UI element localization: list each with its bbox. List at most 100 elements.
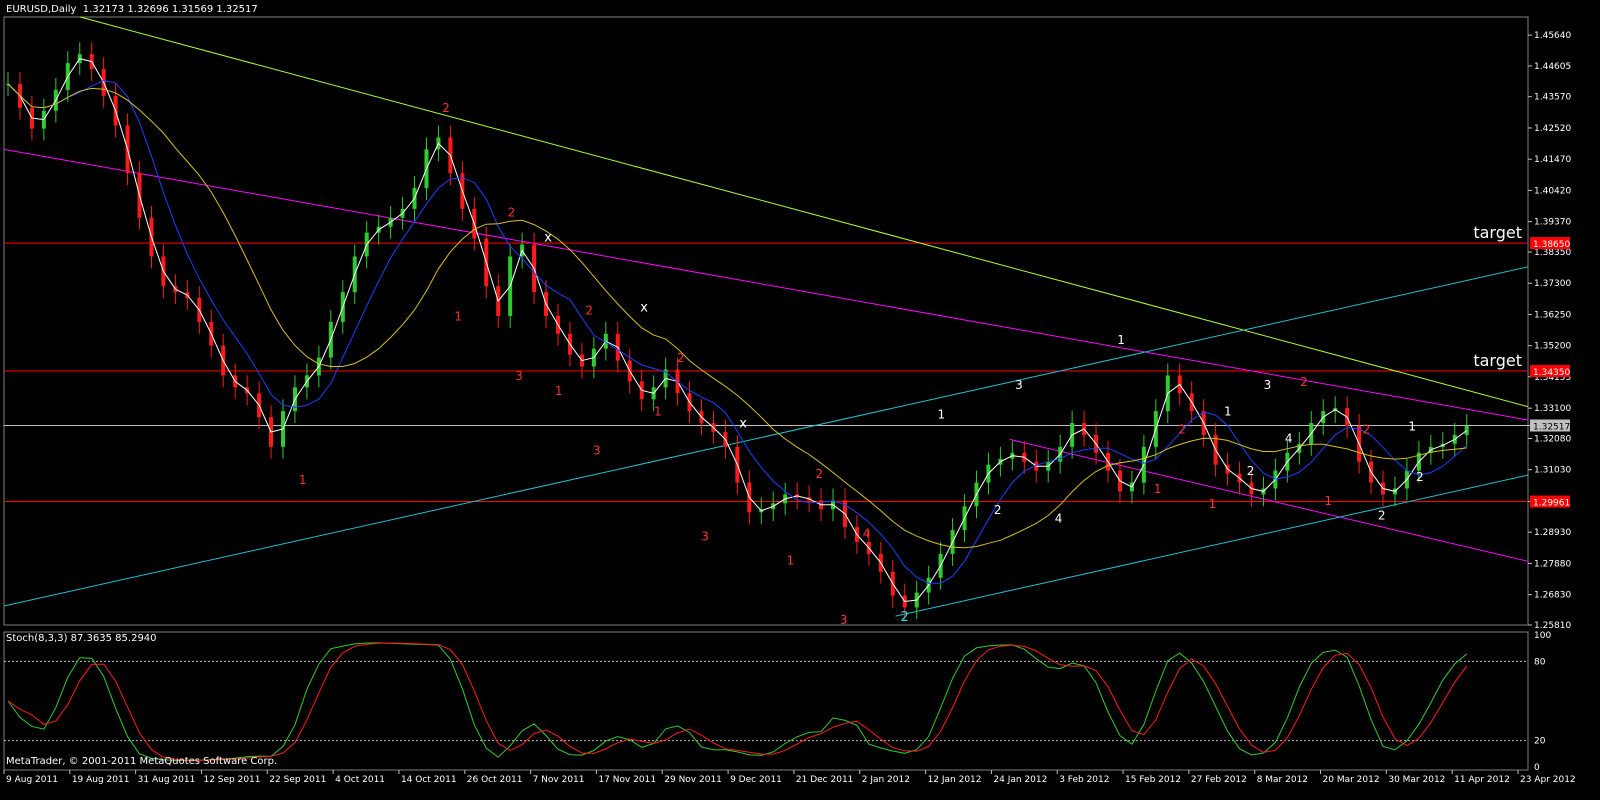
symbol-label: EURUSD,Daily [6, 4, 77, 15]
stoch-axis-label: 80 [1534, 657, 1546, 667]
time-axis-label: 27 Feb 2012 [1191, 775, 1247, 785]
chart-window: 1.45640 1.44605 1.43570 1.42520 1.41470 1.404… [0, 0, 1600, 800]
wave-label: x [544, 231, 552, 246]
time-axis-label: 4 Oct 2011 [335, 775, 385, 785]
wave-label: 2 [1416, 470, 1424, 484]
wave-label: 1 [1408, 419, 1416, 433]
stoch-axis-label: 100 [1534, 631, 1551, 641]
price-axis-label: 1.26830 [1534, 591, 1571, 601]
price-axis-label: 1.36250 [1534, 310, 1571, 320]
wave-label: 4 [863, 527, 871, 541]
stoch-d-line [7, 642, 1468, 761]
price-axis-label: 1.37300 [1534, 279, 1571, 289]
wave-label: 3 [1264, 378, 1272, 392]
time-axis-label: 9 Dec 2011 [730, 775, 782, 785]
time-axis-label: 30 Mar 2012 [1388, 775, 1445, 785]
candle-body [1464, 426, 1469, 435]
time-axis-label: 21 Dec 2011 [796, 775, 854, 785]
price-axis-label: 1.25810 [1534, 621, 1571, 631]
wave-label: 1 [1117, 333, 1125, 347]
wave-label: 2 [585, 303, 593, 317]
ohlc-values: 1.32173 1.32696 1.31569 1.32517 [82, 4, 258, 15]
stoch-axis-label: 20 [1534, 737, 1546, 747]
price-axis-label: 1.31030 [1534, 466, 1571, 476]
time-axis-label: 2 Jan 2012 [862, 775, 910, 785]
time-axis-label: 22 Sep 2011 [269, 775, 326, 785]
time-axis-label: 14 Oct 2011 [401, 775, 457, 785]
wave-label: 4 [1285, 431, 1293, 445]
time-axis-label: 15 Feb 2012 [1125, 775, 1181, 785]
price-axis-label: 1.43570 [1534, 93, 1571, 103]
price-chart[interactable]: 1.45640 1.44605 1.43570 1.42520 1.41470 1.404… [0, 0, 1600, 800]
line-price-label: 1.34350 [1533, 368, 1570, 378]
wave-label: 2 [1300, 375, 1308, 389]
wave-label: 2 [901, 610, 909, 625]
line-price-label: 1.38650 [1533, 240, 1570, 250]
ma-blue [7, 79, 1468, 584]
wave-label: x [640, 300, 648, 315]
time-axis-label: 7 Nov 2011 [533, 775, 585, 785]
line-price-label: 1.32517 [1533, 422, 1570, 432]
price-axis-label: 1.41470 [1534, 155, 1571, 165]
wave-label: 2 [677, 351, 685, 365]
wave-label: 1 [1224, 405, 1232, 419]
wave-label: 2 [1178, 422, 1186, 436]
time-axis-label: 19 Aug 2011 [72, 775, 130, 785]
time-axis-label: 12 Jan 2012 [928, 775, 982, 785]
stoch-panel-frame [3, 631, 1529, 771]
price-panel-frame [3, 16, 1529, 626]
time-axis-label: 31 Aug 2011 [138, 775, 196, 785]
time-axis-label: 23 Apr 2012 [1520, 775, 1576, 785]
wave-label: 1 [937, 408, 945, 422]
wave-label: 3 [515, 369, 523, 383]
wave-label: 3 [840, 613, 848, 627]
price-axis-label: 1.45640 [1534, 31, 1571, 41]
ma-white [7, 58, 1467, 603]
wave-label: 1 [299, 473, 307, 487]
wave-label: 1 [454, 309, 462, 323]
price-axis-label: 1.35200 [1534, 342, 1571, 352]
time-axis-label: 9 Aug 2011 [6, 775, 58, 785]
price-axis-label: 1.39370 [1534, 218, 1571, 228]
wave-label: 1 [1154, 482, 1162, 496]
stoch-k-line [7, 642, 1468, 761]
time-axis-label: 3 Feb 2012 [1059, 775, 1109, 785]
wave-label: 4 [1055, 512, 1063, 526]
time-axis-label: 20 Mar 2012 [1323, 775, 1380, 785]
price-axis-label: 1.27880 [1534, 559, 1571, 569]
time-axis-label: 17 Nov 2011 [598, 775, 656, 785]
trendline-magenta-lower [1009, 438, 1529, 562]
target-label: target [1473, 351, 1522, 370]
price-axis-label: 1.28930 [1534, 528, 1571, 538]
wave-label: 3 [1015, 378, 1023, 392]
line-price-label: 1.29961 [1533, 499, 1570, 509]
wave-label: 3 [593, 443, 601, 457]
wave-label: x [739, 416, 747, 431]
wave-label: 1 [1209, 497, 1217, 511]
time-axis-label: 8 Mar 2012 [1257, 775, 1308, 785]
indicator-label: Stoch(8,3,3) 87.3635 85.2940 [6, 633, 157, 644]
wave-label: 2 [1363, 422, 1371, 436]
time-axis-label: 29 Nov 2011 [664, 775, 722, 785]
price-axis-label: 1.44605 [1534, 62, 1571, 72]
target-label: target [1473, 223, 1522, 242]
time-axis-label: 24 Jan 2012 [993, 775, 1047, 785]
wave-label: 3 [701, 530, 709, 544]
price-axis-label: 1.32080 [1534, 434, 1571, 444]
wave-label: 2 [1378, 509, 1386, 523]
symbol-header: EURUSD,Daily 1.32173 1.32696 1.31569 1.3… [6, 4, 258, 15]
wave-label: 2 [508, 205, 516, 219]
time-axis-label: 11 Apr 2012 [1454, 775, 1510, 785]
wave-label: 2 [816, 467, 824, 481]
wave-label: 1 [787, 553, 795, 567]
wave-label: 1 [654, 405, 662, 419]
price-axis-label: 1.42520 [1534, 124, 1571, 134]
wave-label: 2 [442, 101, 450, 115]
time-axis-label: 12 Sep 2011 [203, 775, 260, 785]
time-axis-label: 26 Oct 2011 [467, 775, 523, 785]
price-axis-label: 1.33100 [1534, 404, 1571, 414]
copyright-text: MetaTrader, © 2001-2011 MetaQuotes Softw… [6, 756, 278, 767]
price-axis-label: 1.40420 [1534, 186, 1571, 196]
wave-label: 1 [1325, 494, 1333, 508]
wave-label: 2 [994, 503, 1002, 517]
